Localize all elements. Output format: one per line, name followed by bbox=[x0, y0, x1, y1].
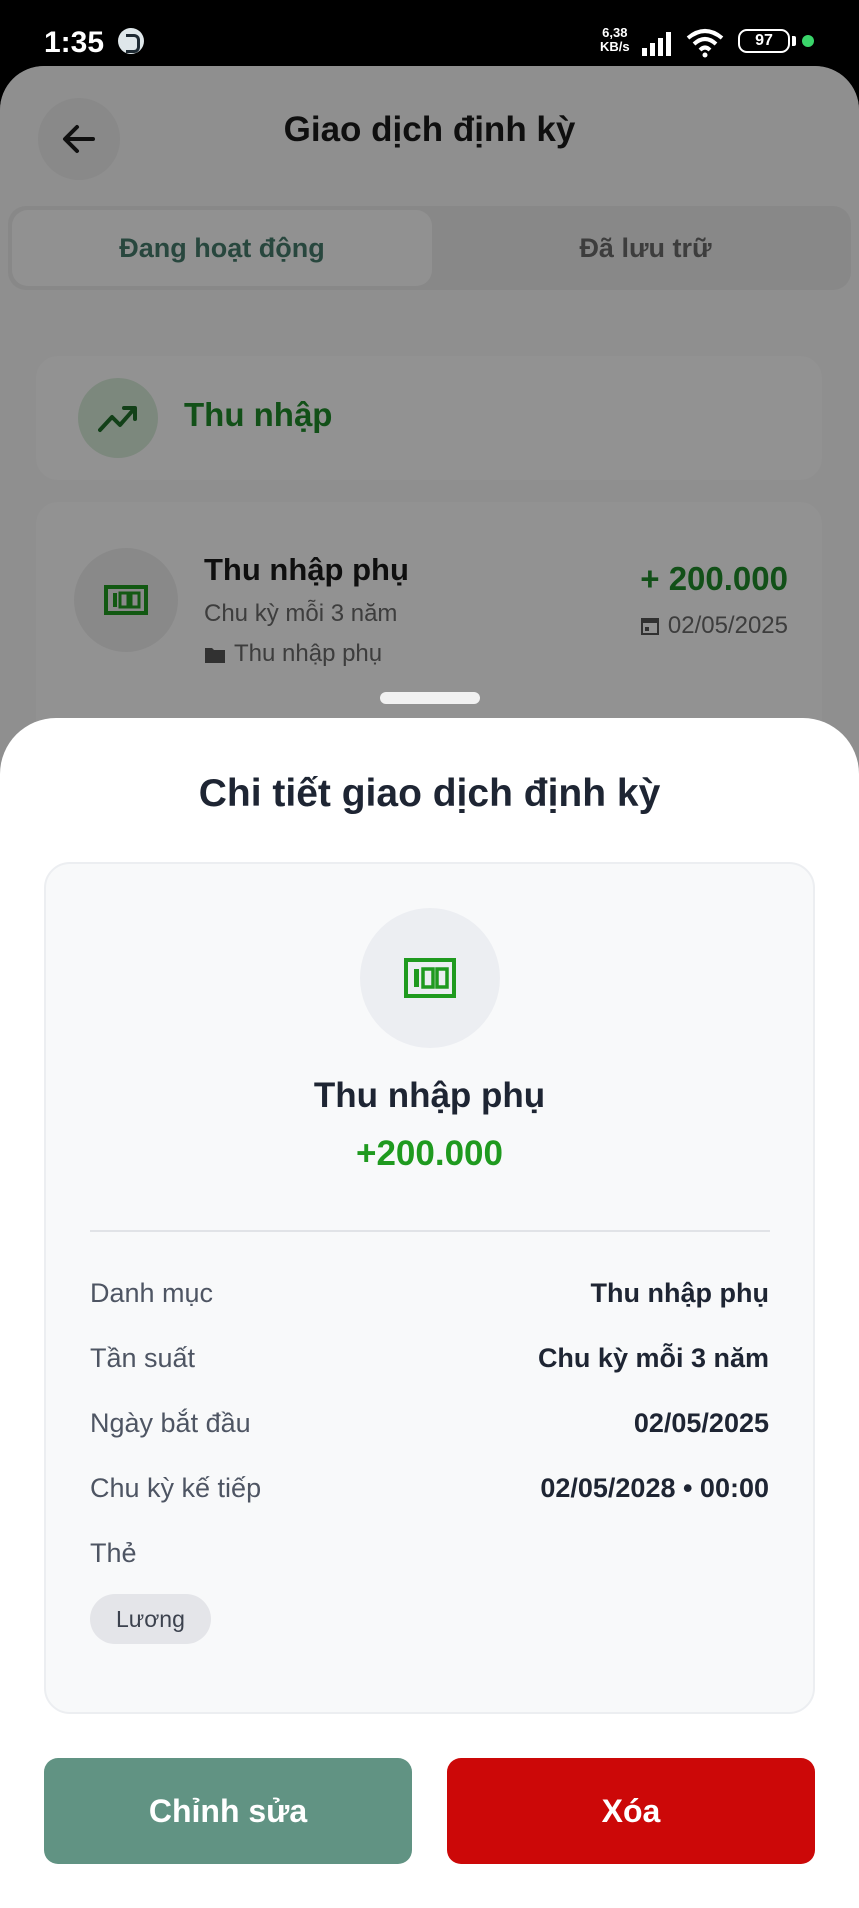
category-label: Danh mục bbox=[90, 1278, 214, 1308]
start-date-value: 02/05/2025 bbox=[633, 1408, 769, 1438]
sheet-title: Chi tiết giao dịch định kỳ bbox=[198, 772, 661, 815]
tag-chip: Lương bbox=[90, 1594, 211, 1644]
detail-name: Thu nhập phụ bbox=[313, 1076, 546, 1115]
network-speed: 6,38 KB/s bbox=[600, 26, 630, 54]
detail-card: Thu nhập phụ +200.000 Danh mục Thu nhập … bbox=[44, 862, 815, 1714]
wifi-icon bbox=[686, 29, 724, 58]
divider bbox=[90, 1230, 770, 1232]
category-value: Thu nhập phụ bbox=[590, 1278, 769, 1308]
frequency-label: Tần suất bbox=[90, 1343, 196, 1373]
battery-tip bbox=[792, 36, 796, 46]
detail-bottom-sheet: Chi tiết giao dịch định kỳ Thu nhập phụ … bbox=[0, 718, 859, 1908]
next-cycle-value: 02/05/2028 • 00:00 bbox=[540, 1473, 769, 1503]
delete-button[interactable]: Xóa bbox=[447, 1758, 815, 1864]
money-bill-icon bbox=[360, 908, 500, 1048]
edit-button[interactable]: Chỉnh sửa bbox=[44, 1758, 412, 1864]
next-cycle-label: Chu kỳ kế tiếp bbox=[90, 1473, 262, 1503]
tags-label: Thẻ bbox=[90, 1538, 137, 1568]
frequency-value: Chu kỳ mỗi 3 năm bbox=[537, 1343, 769, 1373]
signal-icon bbox=[642, 32, 671, 56]
network-speed-unit: KB/s bbox=[600, 39, 630, 54]
app-notification-icon bbox=[118, 28, 144, 54]
battery-icon: 97 bbox=[738, 29, 790, 53]
network-speed-value: 6,38 bbox=[602, 25, 628, 40]
privacy-indicator-dot bbox=[802, 35, 814, 47]
detail-amount: +200.000 bbox=[356, 1134, 503, 1173]
status-time: 1:35 bbox=[44, 26, 105, 59]
battery-level: 97 bbox=[755, 32, 773, 49]
start-date-label: Ngày bắt đầu bbox=[90, 1408, 251, 1438]
sheet-drag-handle[interactable] bbox=[380, 692, 480, 704]
